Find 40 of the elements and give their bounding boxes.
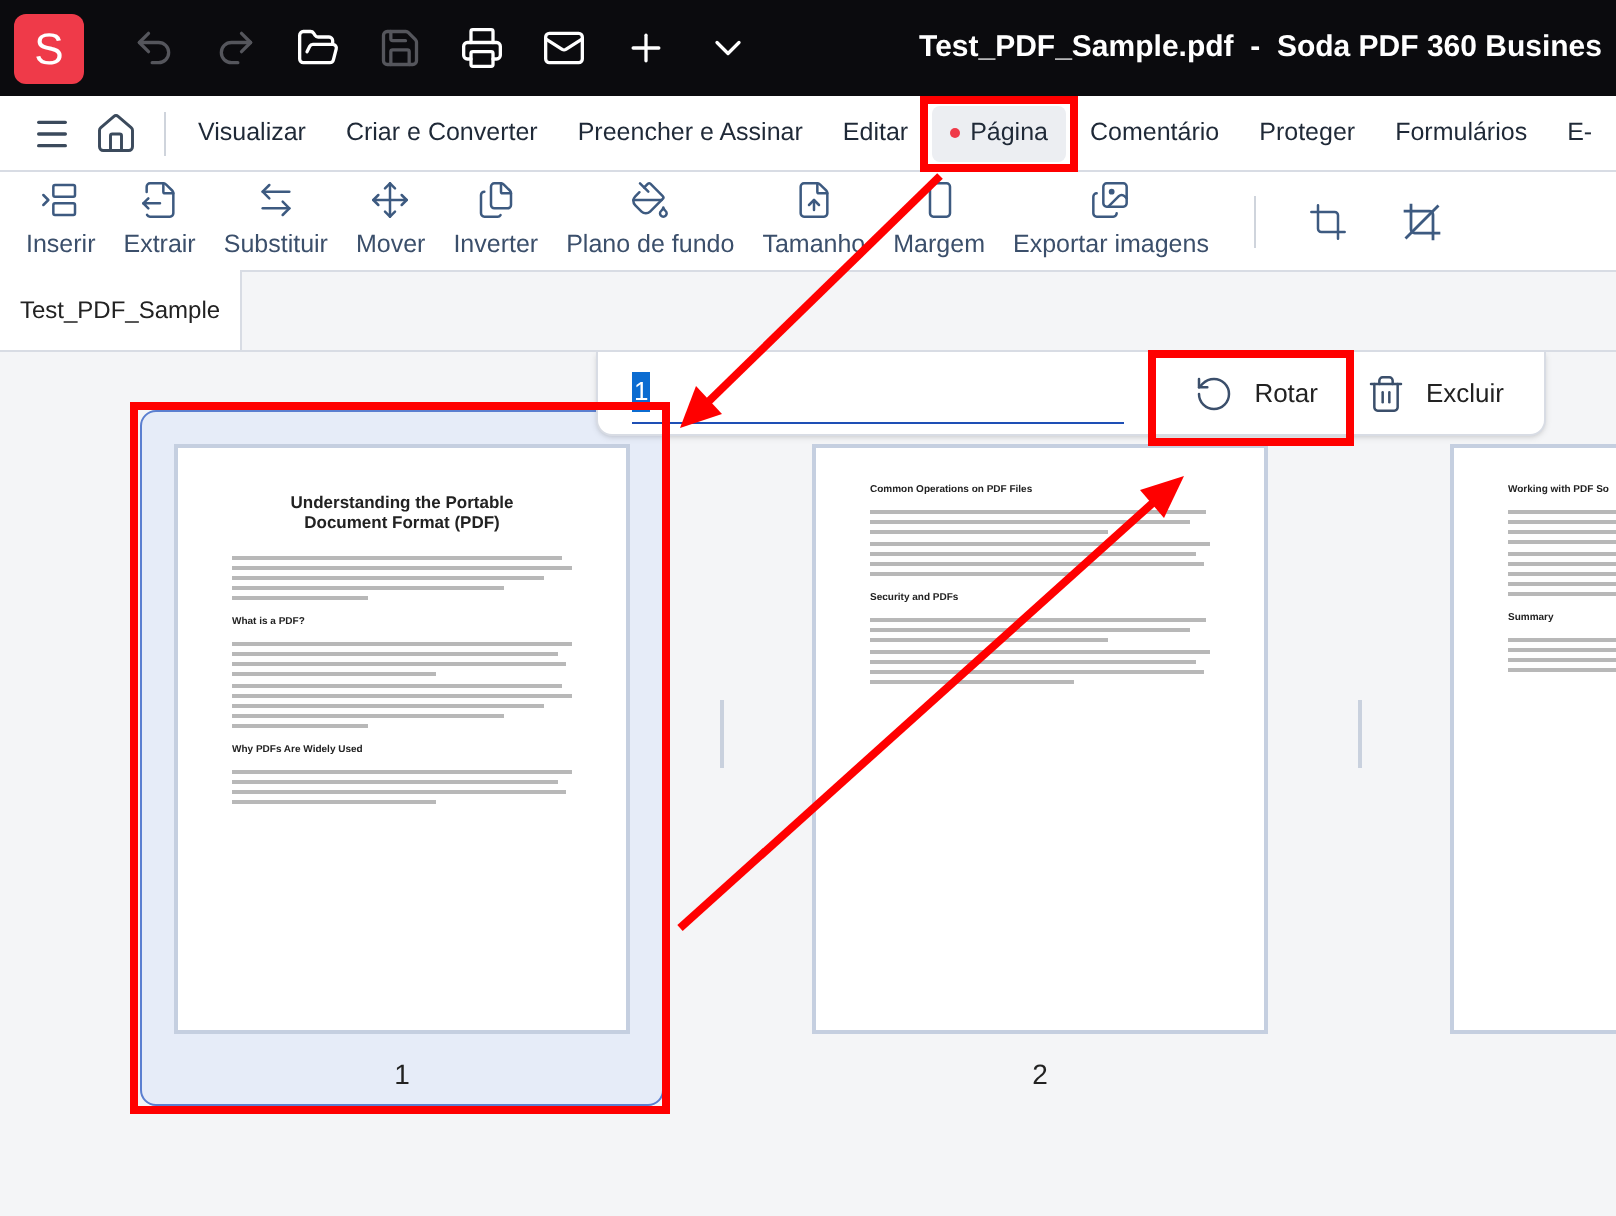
resize-icon — [793, 179, 834, 220]
menu-tab[interactable]: Comentário — [1072, 105, 1238, 161]
toolbar-button[interactable]: Mover — [345, 179, 436, 263]
pages-icon — [475, 179, 516, 220]
document-tab[interactable]: Test_PDF_Sample — [0, 270, 243, 350]
toolbar-button[interactable]: Inserir — [16, 179, 106, 263]
paint-bucket-icon — [630, 179, 671, 220]
toolbar-button[interactable]: Exportar imagens — [1002, 179, 1219, 263]
printer-icon[interactable] — [458, 24, 506, 72]
insert-icon — [40, 179, 81, 220]
toolbar-button[interactable]: Inverter — [443, 179, 549, 263]
menu-tab[interactable]: Formulários — [1377, 105, 1546, 161]
toolbar-button[interactable]: Margem — [883, 179, 995, 263]
page-number: 2 — [1032, 1056, 1048, 1094]
page-action-button[interactable]: Excluir — [1365, 373, 1504, 413]
trash-icon — [1365, 373, 1406, 413]
menu-tab[interactable]: Proteger — [1241, 105, 1374, 161]
crop-icon[interactable] — [1308, 201, 1349, 241]
menu-tab[interactable]: E- — [1549, 105, 1611, 161]
images-icon — [1090, 179, 1131, 220]
page-action-button[interactable]: Rotar — [1194, 373, 1318, 413]
menu-tab[interactable]: Preencher e Assinar — [559, 105, 821, 161]
rotate-icon — [1194, 373, 1235, 413]
window-title: Test_PDF_Sample.pdf - Soda PDF 360 Busines — [917, 27, 1602, 68]
extract-icon — [139, 179, 180, 220]
menu-tab[interactable]: Página — [932, 105, 1066, 161]
toolbar-button[interactable]: Tamanho — [752, 179, 876, 263]
page-title: Understanding the Portable Document Format (PDF) — [288, 492, 516, 532]
move-icon — [370, 179, 411, 220]
toolbar-button[interactable]: Plano de fundo — [556, 179, 745, 263]
home-icon[interactable] — [94, 111, 138, 155]
menu-tab[interactable]: Visualizar — [180, 105, 324, 161]
toolbar-button[interactable]: Substituir — [213, 179, 338, 263]
menu-tab[interactable]: Editar — [824, 105, 927, 161]
app-logo: S — [14, 13, 84, 83]
crop-off-icon[interactable] — [1400, 199, 1445, 243]
toolbar-button[interactable]: Extrair — [113, 179, 206, 263]
menu-tab[interactable]: Criar e Converter — [327, 105, 556, 161]
swap-icon — [255, 179, 296, 220]
page-number: 1 — [394, 1056, 410, 1094]
